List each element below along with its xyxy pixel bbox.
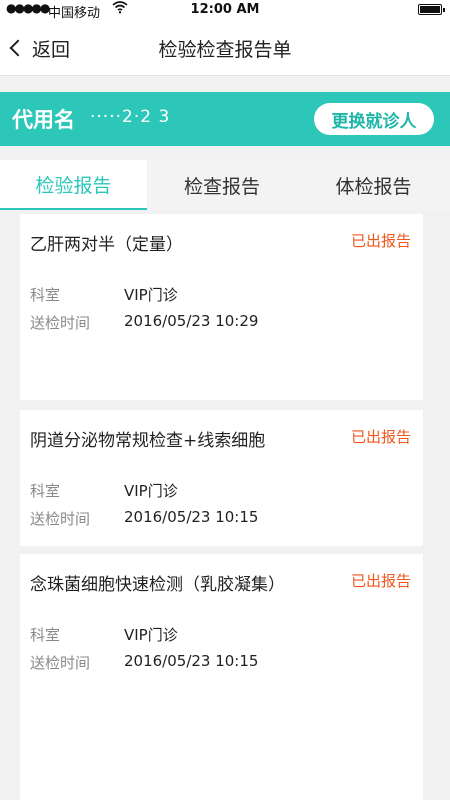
report-status: 已出报告 xyxy=(350,232,411,250)
patient-bar: 代用名 ·····2·2 3 更换就诊人 xyxy=(0,92,450,146)
dept-label: 科室 xyxy=(30,482,61,500)
report-status: 已出报告 xyxy=(350,572,411,590)
dept-label: 科室 xyxy=(30,286,61,304)
dept-label: 科室 xyxy=(30,626,61,644)
report-card[interactable]: 念珠菌细胞快速检测（乳胶凝集） 已出报告 科室 VIP门诊 送检时间 2016/… xyxy=(20,554,423,800)
report-title: 念珠菌细胞快速检测（乳胶凝集） xyxy=(30,575,285,595)
patient-label: 代用名 xyxy=(12,108,75,132)
tab-lab-reports[interactable]: 检验报告 xyxy=(0,160,147,210)
report-card[interactable]: 阴道分泌物常规检查+线索细胞 已出报告 科室 VIP门诊 送检时间 2016/0… xyxy=(20,410,423,546)
tab-physical-reports[interactable]: 体检报告 xyxy=(297,160,450,210)
status-time: 12:00 AM xyxy=(190,2,260,17)
tab-exam-reports[interactable]: 检查报告 xyxy=(147,160,297,210)
dept-value: VIP门诊 xyxy=(124,482,178,500)
status-bar: ●●●●● 中国移动 12:00 AM xyxy=(0,0,450,21)
time-value: 2016/05/23 10:15 xyxy=(124,652,259,670)
change-patient-button[interactable]: 更换就诊人 xyxy=(314,103,434,135)
page-title: 检验检查报告单 xyxy=(158,39,292,61)
time-value: 2016/05/23 10:15 xyxy=(124,508,259,526)
dept-value: VIP门诊 xyxy=(124,286,178,304)
report-status: 已出报告 xyxy=(350,428,411,446)
patient-name: ·····2·2 3 xyxy=(90,107,171,127)
time-label: 送检时间 xyxy=(30,510,91,528)
battery-icon xyxy=(418,4,445,15)
time-label: 送检时间 xyxy=(30,314,91,332)
report-title: 乙肝两对半（定量） xyxy=(30,235,183,255)
report-card[interactable]: 乙肝两对半（定量） 已出报告 科室 VIP门诊 送检时间 2016/05/23 … xyxy=(20,214,423,400)
report-title: 阴道分泌物常规检查+线索细胞 xyxy=(30,431,266,451)
time-value: 2016/05/23 10:29 xyxy=(124,312,259,330)
dept-value: VIP门诊 xyxy=(124,626,178,644)
nav-bar: 返回 检验检查报告单 xyxy=(0,20,450,76)
tab-bar: 检验报告 检查报告 体检报告 xyxy=(0,160,450,210)
time-label: 送检时间 xyxy=(30,654,91,672)
